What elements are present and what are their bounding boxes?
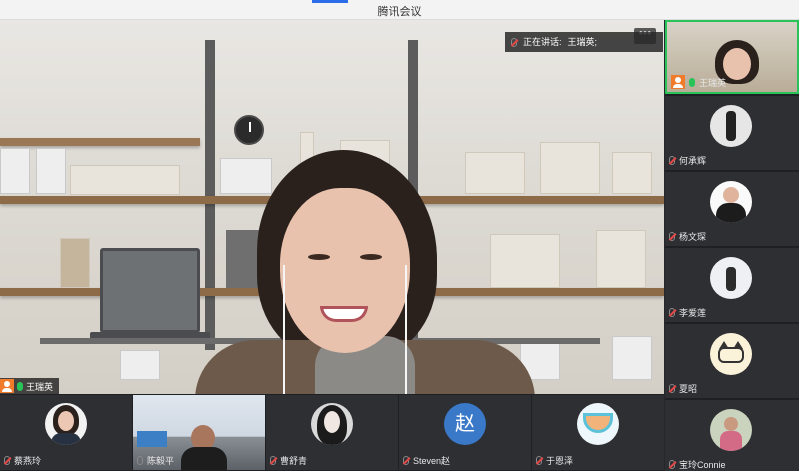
laptop (100, 248, 200, 333)
avatar (311, 403, 353, 445)
participant-name: 杨文琛 (679, 232, 707, 242)
avatar (710, 181, 752, 223)
participant-name: 李爱莲 (679, 308, 707, 318)
participant-name: Steven赵 (413, 456, 451, 466)
participant-name: 陈毅平 (147, 456, 175, 466)
title-bar: 腾讯会议 (0, 0, 799, 20)
participant-name: 何承辉 (679, 156, 707, 166)
initial-avatar: 赵 (444, 403, 486, 445)
participant-tile[interactable]: 宝玲Connie (665, 400, 799, 471)
main-speaker-label: 王瑞英 (0, 378, 60, 394)
host-icon (0, 379, 14, 393)
speaking-prefix: 正在讲话: (523, 37, 562, 47)
participant-tile[interactable]: 曹舒青 (266, 395, 398, 470)
participant-tile[interactable]: 何承辉 (665, 96, 799, 170)
participant-name: 王瑞英 (26, 381, 54, 392)
mic-on-icon (689, 77, 695, 87)
speaker-person (195, 150, 535, 394)
host-icon (671, 75, 685, 89)
mic-icon (511, 37, 517, 47)
mic-muted-icon (403, 456, 409, 465)
participant-tile[interactable]: 王瑞英 (665, 20, 799, 94)
participant-tile[interactable]: 于恩泽 (532, 395, 664, 470)
mic-icon (137, 456, 143, 465)
participant-name: 蔡燕玲 (14, 456, 42, 466)
clock-icon (234, 115, 264, 145)
avatar (45, 403, 87, 445)
mic-muted-icon (669, 156, 675, 165)
window-title: 腾讯会议 (377, 6, 422, 18)
speaking-indicator: 正在讲话: 王瑞英; (505, 32, 663, 52)
meeting-window: 腾讯会议 王瑞英 正在讲话: 王瑞英; 王瑞英 何承辉 杨文琛 李爱莲 夏昭 宝… (0, 0, 799, 471)
mic-muted-icon (536, 456, 542, 465)
participant-tile[interactable]: 李爱莲 (665, 248, 799, 322)
mic-muted-icon (669, 384, 675, 393)
participant-strip-bottom: 蔡燕玲 陈毅平 曹舒青 赵 Steven赵 于恩泽 (0, 394, 664, 471)
mic-muted-icon (669, 460, 675, 469)
participant-tile[interactable]: 陈毅平 (133, 395, 265, 470)
participant-tile[interactable]: 蔡燕玲 (0, 395, 132, 470)
cat-avatar (710, 333, 752, 375)
speaking-name: 王瑞英; (567, 37, 598, 47)
participant-name: 王瑞英 (699, 77, 727, 88)
participant-name: 曹舒青 (280, 456, 308, 466)
mic-muted-icon (669, 232, 675, 241)
avatar (577, 403, 619, 445)
avatar (710, 257, 752, 299)
mic-muted-icon (4, 456, 10, 465)
mic-on-icon (17, 381, 23, 391)
avatar (710, 105, 752, 147)
participant-tile[interactable]: 杨文琛 (665, 172, 799, 246)
participant-name: 夏昭 (679, 384, 698, 394)
participant-list-right: 王瑞英 何承辉 杨文琛 李爱莲 夏昭 宝玲Connie (665, 20, 799, 471)
main-speaker-video[interactable]: ••• 王瑞英 (0, 20, 664, 394)
avatar (710, 409, 752, 451)
mic-muted-icon (270, 456, 276, 465)
participant-tile[interactable]: 赵 Steven赵 (399, 395, 531, 470)
participant-name: 于恩泽 (546, 456, 574, 466)
mic-muted-icon (669, 308, 675, 317)
participant-tile[interactable]: 夏昭 (665, 324, 799, 398)
participant-name: 宝玲Connie (679, 460, 726, 470)
